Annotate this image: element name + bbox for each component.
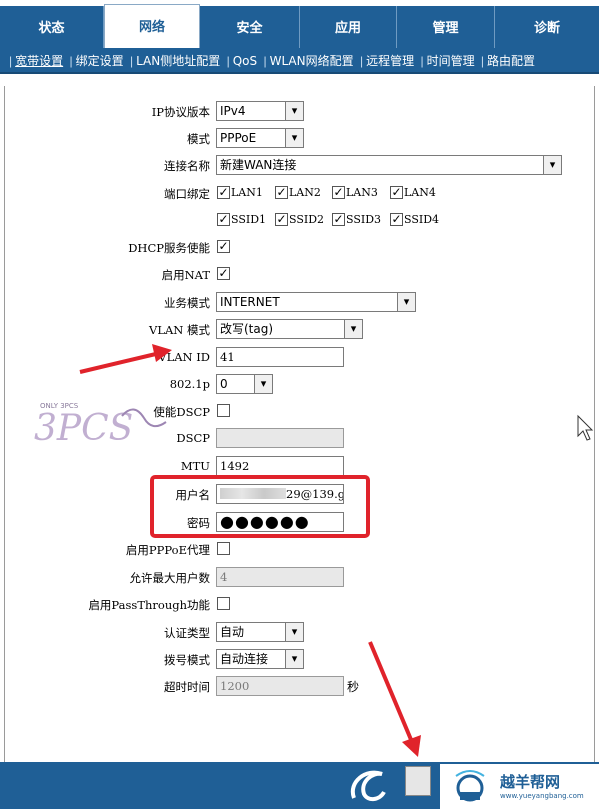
- router-logo-icon: [455, 770, 485, 802]
- arrow-to-button: [368, 641, 421, 757]
- watermark-logo: ONLY 3PCS 3PCS: [34, 402, 167, 449]
- bottom-watermark-name: 越羊帮网: [500, 773, 561, 791]
- bottom-watermark: 越羊帮网 www.yueyangbang.com: [440, 764, 599, 809]
- swirl-logo-icon: [350, 770, 386, 801]
- highlight-box: [150, 475, 370, 538]
- watermark-text: 3PCS: [34, 408, 133, 449]
- cursor-icon: [577, 414, 594, 441]
- apply-button[interactable]: [405, 766, 431, 796]
- arrow-to-vlan-id: [79, 344, 172, 374]
- bottom-watermark-url: www.yueyangbang.com: [500, 792, 584, 800]
